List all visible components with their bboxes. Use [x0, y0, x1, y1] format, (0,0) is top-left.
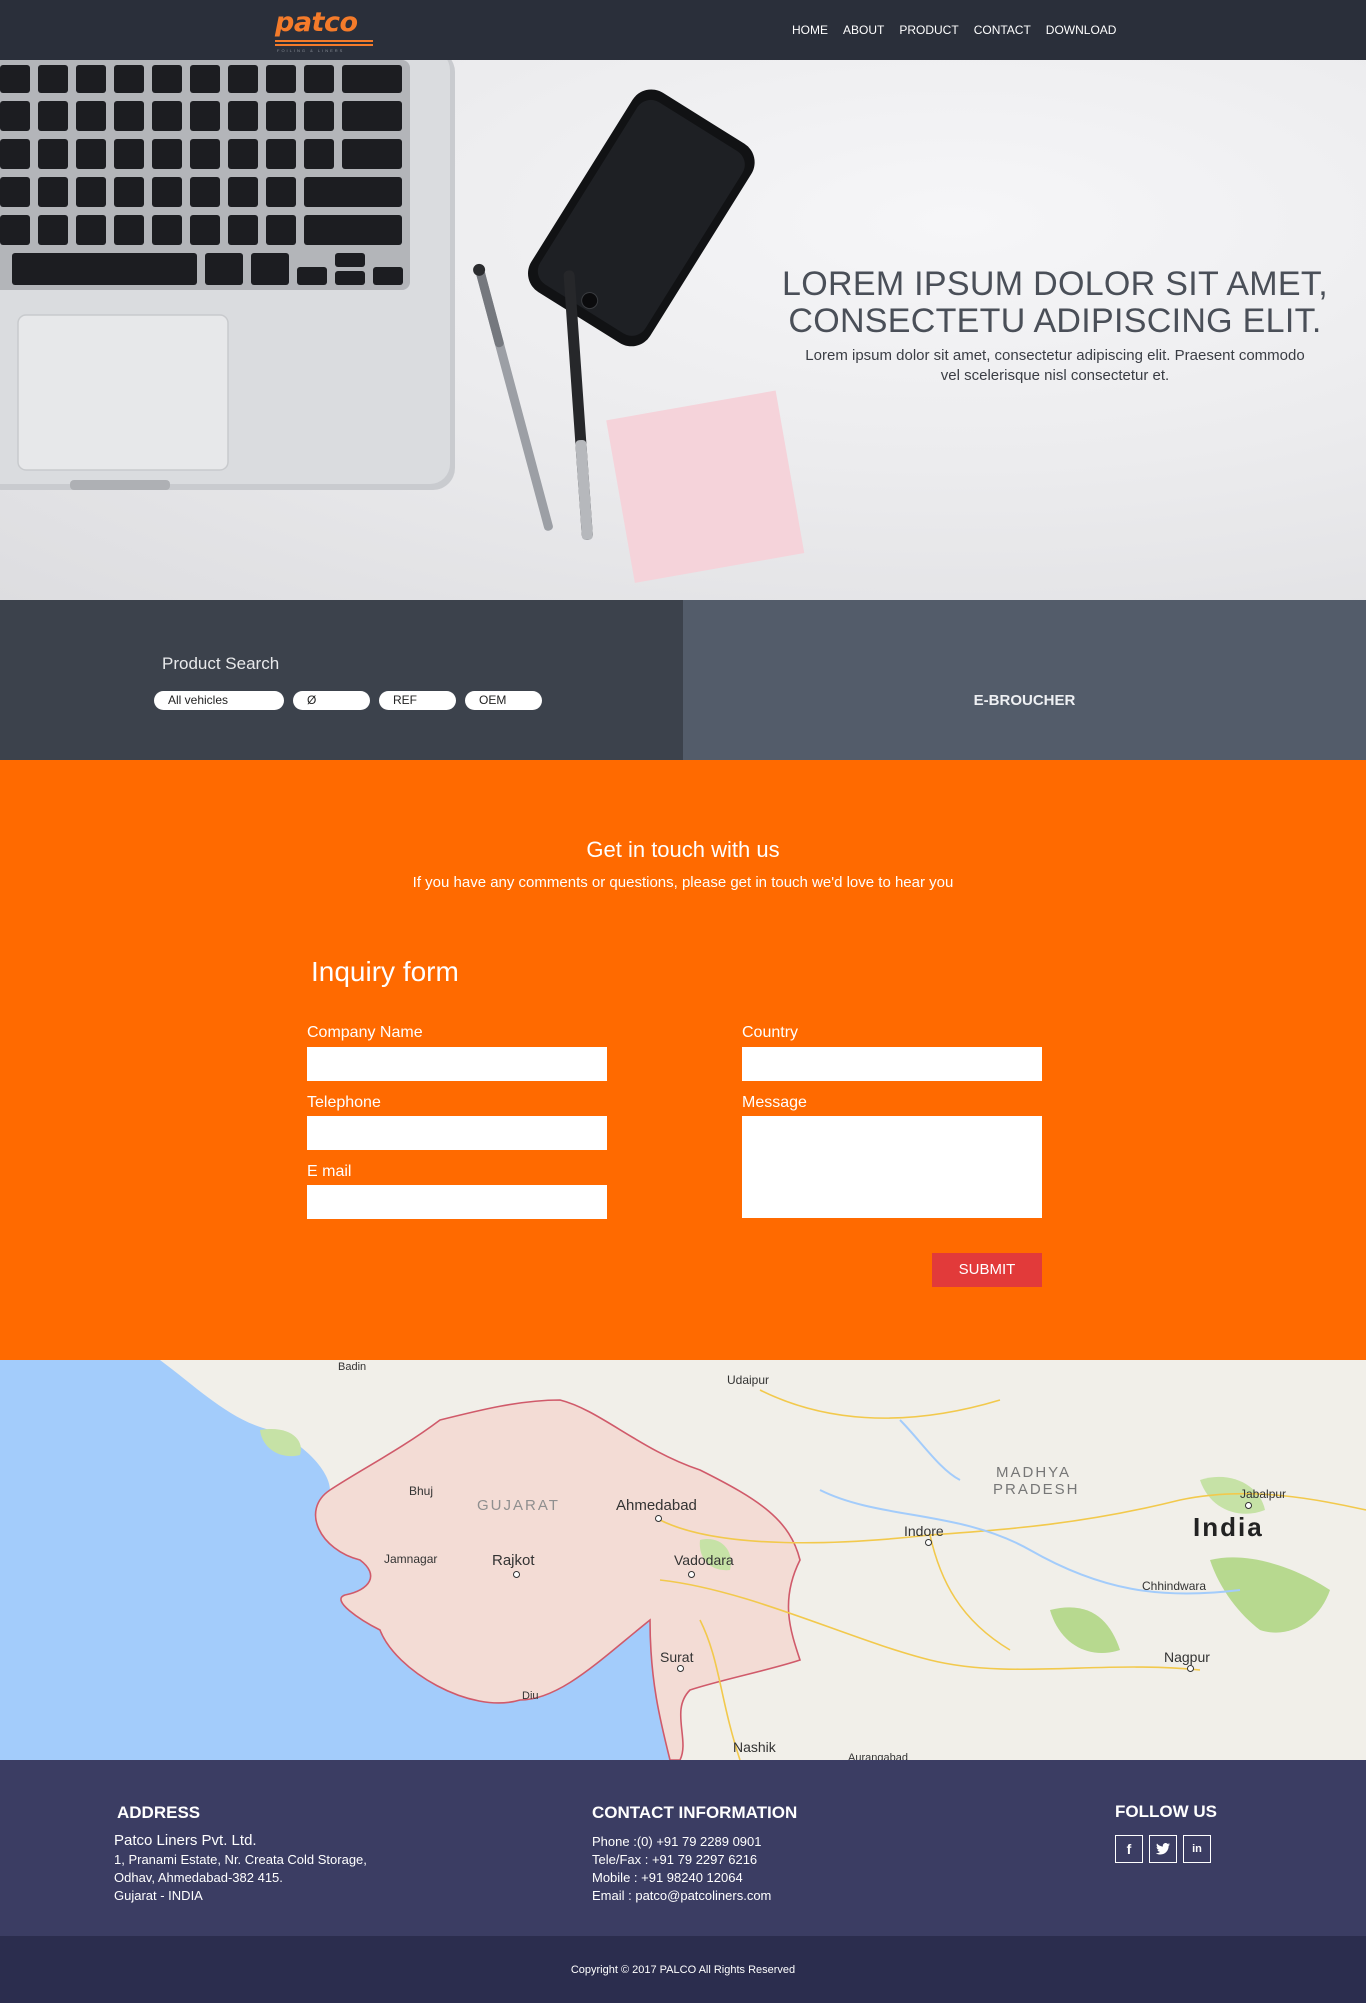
map-label: Ahmedabad [616, 1497, 697, 1514]
filter-all-vehicles[interactable]: All vehicles [154, 691, 284, 710]
contact-email[interactable]: Email : patco@patcoliners.com [592, 1887, 771, 1905]
country-label: Country [742, 1024, 799, 1041]
map-label: Indore [904, 1523, 944, 1539]
map-label: India [1193, 1512, 1264, 1542]
address-line: Patco Liners Pvt. Ltd. [114, 1832, 257, 1849]
product-search-title: Product Search [162, 654, 280, 673]
map-label: Udaipur [727, 1373, 770, 1387]
address-line: 1, Pranami Estate, Nr. Creata Cold Stora… [114, 1852, 367, 1867]
logo-underline [275, 44, 373, 46]
facebook-icon[interactable]: f [1115, 1835, 1143, 1863]
twitter-icon[interactable] [1149, 1835, 1177, 1863]
patco-logo[interactable]: patco FOILING & LINERS [275, 7, 375, 53]
contact-section: Get in touch with us If you have any com… [0, 760, 1366, 1360]
hero-subtitle-line2: vel scelerisque nisl consectetur et. [940, 367, 1170, 384]
logo-tagline: FOILING & LINERS [277, 48, 345, 53]
address-title: ADDRESS [117, 1803, 201, 1822]
country-field[interactable] [742, 1047, 1042, 1081]
location-map[interactable]: Badin Udaipur Bhuj GUJARAT Ahmedabad MAD… [0, 1360, 1366, 1760]
company-name-field[interactable] [307, 1047, 607, 1081]
hero-text-block: LOREM IPSUM DOLOR SIT AMET, CONSECTETU A… [780, 266, 1330, 386]
product-search-panel: Product Search All vehicles Ø REF OEM [0, 600, 683, 760]
logo-underline [275, 40, 373, 42]
company-name-label: Company Name [307, 1024, 423, 1041]
address-line: Gujarat - INDIA [114, 1888, 203, 1903]
map-label: MADHYA [996, 1464, 1072, 1481]
contact-mobile: Mobile : +91 98240 12064 [592, 1870, 743, 1885]
map-label: PRADESH [993, 1481, 1080, 1498]
logo-text: patco [275, 7, 358, 38]
map-label: Nagpur [1164, 1649, 1210, 1665]
map-label: Jamnagar [384, 1552, 438, 1566]
nav-product[interactable]: PRODUCT [899, 23, 958, 37]
map-label: Chhindwara [1142, 1579, 1207, 1593]
nav-contact[interactable]: CONTACT [974, 23, 1031, 37]
map-label: Nashik [733, 1739, 776, 1755]
filter-ref[interactable]: REF [379, 691, 456, 710]
hero-subtitle: Lorem ipsum dolor sit amet, consectetur … [780, 346, 1330, 386]
map-label: Badin [338, 1361, 367, 1373]
telephone-label: Telephone [307, 1094, 381, 1111]
map-label: Aurangabad [848, 1752, 908, 1760]
address-line: Odhav, Ahmedabad-382 415. [114, 1870, 283, 1885]
main-nav: HOME ABOUT PRODUCT CONTACT DOWNLOAD [792, 23, 1131, 37]
map-label: Surat [660, 1649, 694, 1665]
map-label: GUJARAT [477, 1497, 560, 1514]
map-label: Vadodara [674, 1552, 734, 1568]
filter-oem[interactable]: OEM [465, 691, 542, 710]
email-label: E mail [307, 1163, 352, 1180]
e-brochure-label[interactable]: E-BROUCHER [683, 692, 1366, 709]
contact-info-title: CONTACT INFORMATION [592, 1803, 798, 1822]
contact-subtitle: If you have any comments or questions, p… [412, 874, 954, 891]
map-label: Jabalpur [1240, 1487, 1287, 1501]
e-brochure-panel[interactable]: E-BROUCHER [683, 600, 1366, 760]
filter-diameter[interactable]: Ø [293, 691, 370, 710]
message-field[interactable] [742, 1116, 1042, 1218]
hero-title-line1: LOREM IPSUM DOLOR SIT AMET, [782, 265, 1328, 303]
nav-home[interactable]: HOME [792, 23, 828, 37]
follow-us-title: FOLLOW US [1115, 1802, 1217, 1821]
hero-banner: LOREM IPSUM DOLOR SIT AMET, CONSECTETU A… [0, 60, 1366, 600]
map-city-marker [1187, 1665, 1194, 1672]
hero-subtitle-line1: Lorem ipsum dolor sit amet, consectetur … [805, 347, 1305, 364]
telephone-field[interactable] [307, 1116, 607, 1150]
message-label: Message [742, 1094, 807, 1111]
submit-button[interactable]: SUBMIT [932, 1253, 1042, 1287]
nav-download[interactable]: DOWNLOAD [1046, 23, 1117, 37]
email-field[interactable] [307, 1185, 607, 1219]
footer: ADDRESS Patco Liners Pvt. Ltd. 1, Pranam… [0, 1760, 1366, 1936]
map-city-marker [513, 1571, 520, 1578]
map-city-marker [655, 1515, 662, 1522]
search-filters: All vehicles Ø REF OEM [154, 691, 551, 710]
copyright-text: Copyright © 2017 PALCO All Rights Reserv… [570, 1964, 796, 1976]
map-label: Bhuj [409, 1484, 434, 1498]
linkedin-icon[interactable]: in [1183, 1835, 1211, 1863]
map-label: Rajkot [492, 1552, 535, 1569]
map-city-marker [688, 1571, 695, 1578]
hero-title-line2: CONSECTETU ADIPISCING ELIT. [788, 302, 1322, 340]
map-city-marker [1245, 1502, 1252, 1509]
contact-phone: Phone :(0) +91 79 2289 0901 [592, 1834, 762, 1849]
inquiry-form-title: Inquiry form [311, 956, 459, 987]
map-city-marker [677, 1665, 684, 1672]
top-navbar: patco FOILING & LINERS HOME ABOUT PRODUC… [0, 0, 1366, 60]
copyright-bar: Copyright © 2017 PALCO All Rights Reserv… [0, 1936, 1366, 2003]
map-label: Diu [522, 1690, 539, 1702]
nav-about[interactable]: ABOUT [843, 23, 884, 37]
contact-title: Get in touch with us [586, 837, 780, 862]
contact-fax: Tele/Fax : +91 79 2297 6216 [592, 1852, 758, 1867]
map-city-marker [925, 1539, 932, 1546]
